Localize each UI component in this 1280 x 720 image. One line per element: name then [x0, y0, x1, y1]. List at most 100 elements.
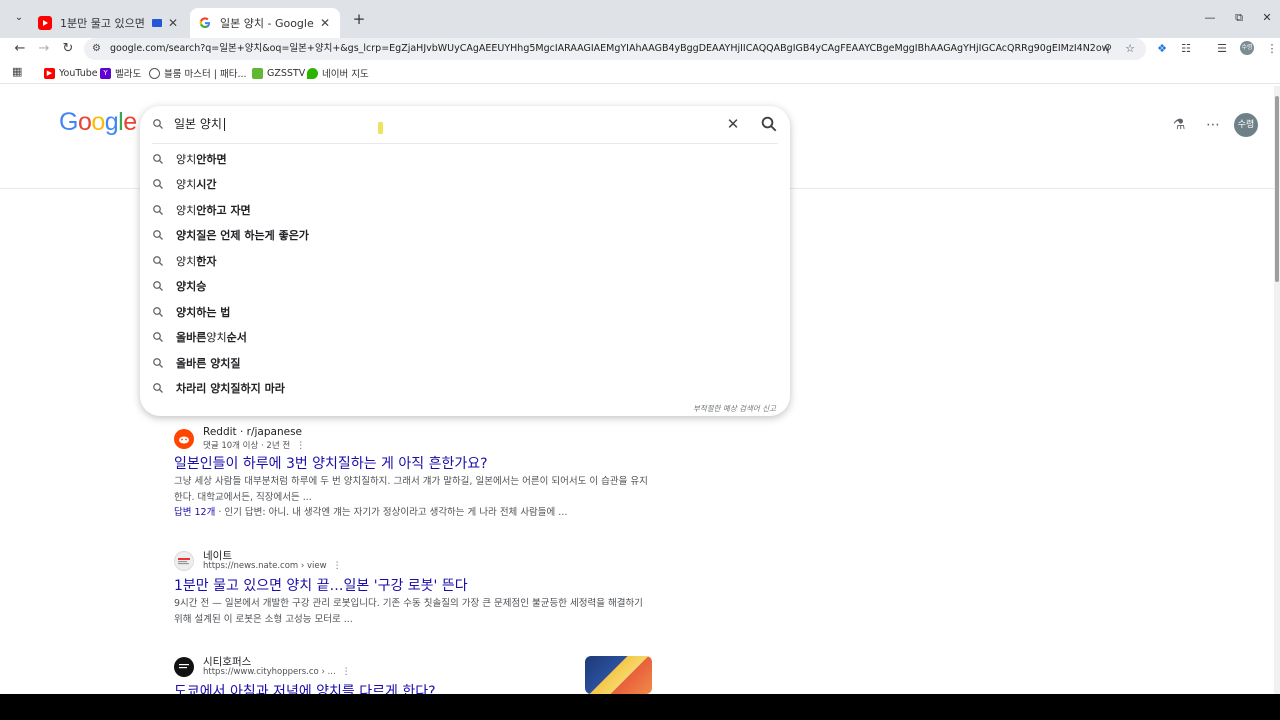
suggestion-bold: 안하면: [196, 152, 227, 166]
zoom-icon[interactable]: ⚲: [1100, 41, 1116, 57]
result-title[interactable]: 일본인들이 하루에 3번 양치질하는 게 아직 흔한가요?: [174, 453, 488, 473]
media-controls-icon[interactable]: ☰: [1214, 41, 1230, 57]
tab-inactive[interactable]: 1분만 물고 있으면 양치 끝... ✕: [30, 8, 188, 38]
suggestion-item[interactable]: 양치 안하고 자면: [140, 197, 790, 223]
autocomplete-list: 양치 안하면 양치 시간 양치 안하고 자면 양치질은 언제 하는게 좋은가 양…: [140, 146, 790, 401]
close-icon[interactable]: ✕: [318, 16, 332, 30]
suggestion-bold: 안하고 자면: [196, 203, 251, 217]
result-site: Reddit · r/japanese: [203, 426, 303, 438]
logo-letter: e: [123, 108, 137, 136]
search-input[interactable]: 일본 양치: [174, 115, 225, 133]
cityhoppers-icon: [174, 657, 194, 677]
search-result: 네이트 https://news.nate.com › view ⋮ 1분만 물고…: [174, 548, 674, 638]
result-snippet: 9시간 전 — 일본에서 개발한 구강 관리 로봇입니다. 기존 수동 칫솔질의…: [174, 598, 643, 625]
result-meta-text: 댓글 10개 이상 · 2년 전: [203, 441, 291, 451]
close-icon[interactable]: ✕: [166, 16, 180, 30]
search-icon: [153, 204, 163, 215]
labs-flask-icon[interactable]: ⚗: [1170, 116, 1188, 134]
new-tab-button[interactable]: +: [350, 10, 368, 28]
forward-icon[interactable]: →: [35, 40, 53, 58]
url-text[interactable]: google.com/search?q=일본+양치&oq=일본+양치+&gs_l…: [110, 41, 1110, 57]
search-submit-icon[interactable]: [760, 115, 778, 133]
bookmark-star-icon[interactable]: ☆: [1122, 41, 1138, 57]
suggestion-bold: 시간: [196, 178, 217, 192]
suggestion-plain: 양치: [176, 178, 197, 192]
suggestion-item[interactable]: 양치 한자: [140, 248, 790, 274]
search-icon: [153, 179, 163, 190]
search-icon: [153, 332, 163, 343]
result-title[interactable]: 도쿄에서 아침과 저녁에 양치를 다르게 한다?: [174, 681, 436, 694]
logo-letter: G: [59, 108, 78, 136]
suggestion-item[interactable]: 양치 시간: [140, 172, 790, 198]
clear-icon[interactable]: ✕: [724, 115, 742, 133]
back-icon[interactable]: ←: [11, 40, 29, 58]
suggestion-bold: 올바른 양치질: [176, 356, 241, 370]
more-options-icon[interactable]: ⋮: [333, 561, 342, 571]
restore-icon[interactable]: ⧉: [1231, 10, 1247, 26]
close-window-icon[interactable]: ✕: [1259, 10, 1275, 26]
search-icon: [153, 281, 163, 292]
logo-letter: o: [77, 108, 92, 136]
suggestion-bold: 올바른: [176, 331, 207, 345]
toolbar: ← → ↻ ⚙ google.com/search?q=일본+양치&oq=일본+…: [0, 38, 1280, 60]
text-caret: [223, 118, 225, 131]
search-icon: [153, 357, 163, 368]
scrollbar[interactable]: [1274, 86, 1280, 694]
google-logo[interactable]: Google: [59, 108, 137, 137]
suggestion-item[interactable]: 양치승: [140, 274, 790, 300]
suggestion-item[interactable]: 올바른 양치질: [140, 350, 790, 376]
answers-link[interactable]: 답변 12개: [174, 507, 215, 518]
bookmark-naver-map[interactable]: 네이버 지도: [307, 65, 369, 81]
suggestion-bold: 양치하는 법: [176, 305, 231, 319]
result-meta: 댓글 10개 이상 · 2년 전 ⋮: [203, 439, 305, 451]
apps-grid-icon[interactable]: ▦: [12, 66, 24, 78]
more-options-icon[interactable]: ⋮: [296, 441, 305, 451]
suggestion-item[interactable]: 양치하는 법: [140, 299, 790, 325]
google-icon: [198, 16, 212, 30]
result-title[interactable]: 1분만 물고 있으면 양치 끝…일본 '구강 로봇' 뜬다: [174, 575, 468, 595]
suggestion-plain: 양치: [206, 331, 227, 345]
suggestion-item[interactable]: 양치 안하면: [140, 146, 790, 172]
suggestion-plain: 양치: [176, 152, 197, 166]
result-thumbnail[interactable]: [585, 656, 652, 694]
bookmark-youtube[interactable]: ▶ YouTube: [44, 65, 98, 81]
profile-avatar-small[interactable]: 수령: [1240, 41, 1254, 55]
tab-active[interactable]: 일본 양치 - Google 검색 ✕: [190, 8, 340, 38]
suggestion-item[interactable]: 차라리 양치질하지 마라: [140, 376, 790, 402]
scrollbar-thumb[interactable]: [1275, 96, 1279, 282]
bookmark-gzsstv[interactable]: GZSSTV: [252, 65, 305, 81]
result-snippet-text: 그냥 세상 사람들 대부분처럼 하루에 두 번 양치질하지. 그래서 걔가 말하…: [174, 476, 648, 503]
search-box-dropdown: 일본 양치 ✕ 양치 안하면 양치 시간 양치 안하고 자면 양치질은 언제 하…: [140, 106, 790, 416]
map-pin-icon: [307, 67, 318, 79]
account-avatar[interactable]: 수령: [1234, 113, 1258, 137]
search-query-text: 일본 양치: [174, 117, 222, 131]
bookmark-bloom[interactable]: 블룸 마스터 | 패타...: [149, 65, 247, 81]
suggestion-plain: 양치: [176, 254, 197, 268]
gzss-icon: [252, 67, 263, 79]
google-apps-icon[interactable]: ⋯: [1204, 116, 1222, 134]
search-icon: [153, 383, 163, 394]
browser-window: ⌄ 1분만 물고 있으면 양치 끝... ✕ 일본 양치 - Google 검색…: [0, 0, 1280, 694]
bookmarks-bar: ▦ ▶ YouTube Y 벨라도 블룸 마스터 | 패타... GZSSTV …: [0, 62, 1280, 84]
site-info-icon[interactable]: ⚙: [92, 43, 104, 55]
suggestion-bold: 차라리 양치질하지 마라: [176, 382, 285, 396]
reload-icon[interactable]: ↻: [59, 40, 77, 58]
suggestion-item[interactable]: 올바른 양치 순서: [140, 325, 790, 351]
result-answers: 답변 12개 · 인기 답변: 아니. 내 생각엔 걔는 자기가 정상이라고 생…: [174, 505, 654, 521]
youtube-icon: ▶: [44, 67, 55, 79]
menu-icon[interactable]: ⋮: [1264, 41, 1280, 57]
bookmark-label: YouTube: [59, 67, 98, 79]
result-url: https://www.cityhoppers.co › ... ⋮: [203, 667, 351, 677]
circle-icon: [149, 67, 160, 79]
report-predictions-link[interactable]: 부적절한 예상 검색어 신고: [693, 403, 776, 414]
address-bar[interactable]: ⚙ google.com/search?q=일본+양치&oq=일본+양치+&gs…: [84, 38, 1146, 60]
extensions-icon[interactable]: ☷: [1178, 41, 1194, 57]
bookmark-label: 블룸 마스터 | 패타...: [164, 69, 247, 80]
cast-icon[interactable]: ❖: [1154, 41, 1170, 57]
suggestion-item[interactable]: 양치질은 언제 하는게 좋은가: [140, 223, 790, 249]
more-options-icon[interactable]: ⋮: [342, 667, 351, 677]
minimize-icon[interactable]: —: [1202, 10, 1218, 26]
bookmark-bellado[interactable]: Y 벨라도: [100, 65, 141, 81]
tab-title: 일본 양치 - Google 검색: [220, 17, 314, 30]
tab-search-button[interactable]: ⌄: [10, 12, 28, 28]
